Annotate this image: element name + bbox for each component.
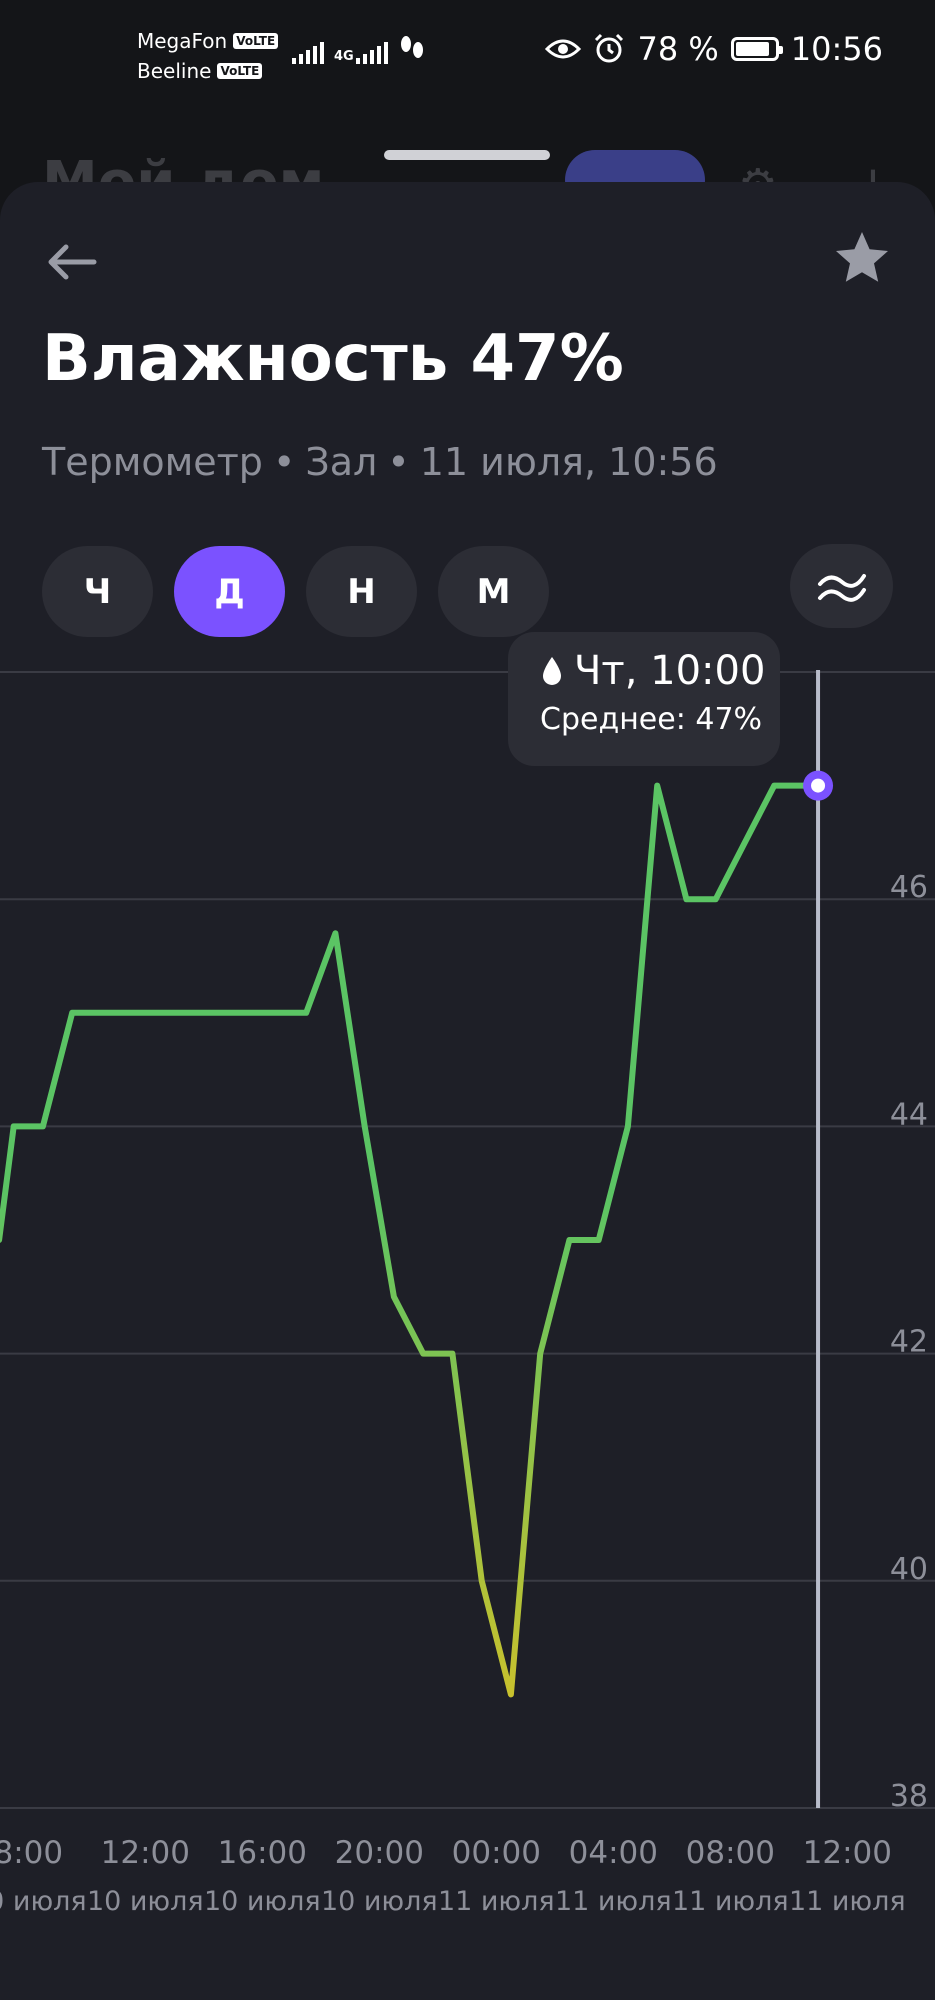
x-tick-date: 10 июля — [87, 1886, 204, 1917]
selected-point-core — [811, 778, 826, 793]
y-tick-label: 44 — [890, 1097, 928, 1132]
x-tick-date: 10 июля — [0, 1886, 87, 1917]
y-tick-label: 42 — [890, 1325, 928, 1360]
y-tick-label: 38 — [890, 1779, 928, 1814]
humidity-chart[interactable]: 38 40 42 44 46 8:00 10 июля 12:00 10 июля 16:00 1… — [0, 0, 935, 2000]
x-tick-time: 12:00 — [803, 1835, 892, 1871]
x-tick-time: 20:00 — [335, 1835, 424, 1871]
x-tick-time: 04:00 — [569, 1835, 658, 1871]
x-tick-date: 11 июля — [672, 1886, 789, 1917]
chart-tooltip: Чт, 10:00 Среднее: 47% — [508, 632, 780, 766]
humidity-series-line — [0, 782, 821, 1698]
y-tick-label: 40 — [890, 1552, 928, 1587]
x-tick-date: 10 июля — [321, 1886, 438, 1917]
droplet-icon — [543, 657, 561, 685]
x-tick-time: 00:00 — [452, 1835, 541, 1871]
x-tick-date: 11 июля — [555, 1886, 672, 1917]
y-tick-label: 46 — [890, 870, 928, 905]
x-tick-time: 12:00 — [101, 1835, 190, 1871]
tooltip-title: Чт, 10:00 — [574, 648, 766, 694]
x-tick-time: 16:00 — [218, 1835, 307, 1871]
x-tick-time: 08:00 — [686, 1835, 775, 1871]
x-tick-time: 8:00 — [0, 1835, 63, 1871]
x-tick-date: 11 июля — [789, 1886, 906, 1917]
x-tick-date: 11 июля — [438, 1886, 555, 1917]
x-tick-date: 10 июля — [204, 1886, 321, 1917]
tooltip-value: Среднее: 47% — [540, 702, 763, 737]
